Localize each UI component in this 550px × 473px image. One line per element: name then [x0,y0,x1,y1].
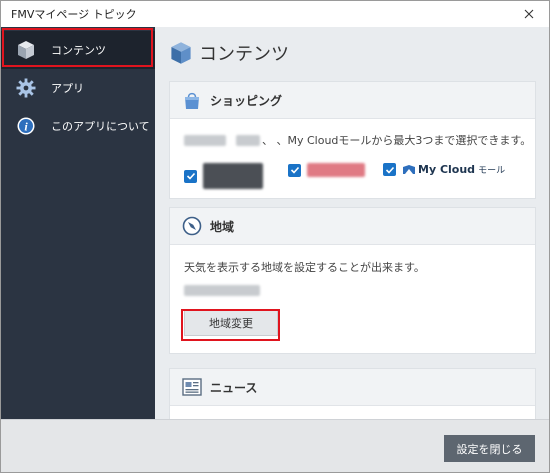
newspaper-icon [182,378,202,396]
region-description: 天気を表示する地域を設定することが出来ます。 [184,261,425,274]
shopping-card: ショッピング 、 、My Cloudモールから最大3つまで選択できます。 My … [169,81,536,199]
mycloud-label: My Cloud [418,163,476,176]
close-icon [524,9,534,19]
redacted-region [184,285,260,296]
close-settings-button[interactable]: 設定を閉じる [444,435,535,462]
checkbox[interactable] [383,163,396,176]
sidebar-item-contents[interactable]: コンテンツ [1,31,155,69]
sidebar-item-about[interactable]: i このアプリについて [1,107,155,145]
window-close-button[interactable] [519,4,539,24]
sidebar-item-apps[interactable]: アプリ [1,69,155,107]
checkbox[interactable] [184,169,197,183]
cube-icon [15,39,37,61]
checkbox[interactable] [288,163,301,177]
shopping-card-header: ショッピング [170,82,535,119]
shopping-option-1[interactable] [184,163,263,189]
sidebar-item-label: コンテンツ [51,44,106,57]
region-card: 地域 天気を表示する地域を設定することが出来ます。 地域変更 [169,207,536,354]
redacted-text [236,134,260,146]
shopping-bag-icon [185,92,199,109]
footer-bar: 設定を閉じる [1,419,549,472]
shopping-title: ショッピング [210,93,283,108]
shopping-option-mycloud[interactable]: My Cloud モール [383,163,505,176]
page-title: コンテンツ [199,44,289,65]
cube-icon [171,42,191,64]
shopping-description: 、 、My Cloudモールから最大3つまで選択できます。 [262,134,532,147]
region-title: 地域 [210,219,235,234]
sidebar: コンテンツ アプリ i このアプリについて [1,27,155,419]
region-card-header: 地域 [170,208,535,245]
page-header: コンテンツ [169,39,289,67]
news-title: ニュース [210,380,258,395]
title-bar: FMVマイページ トピック [1,1,549,27]
gear-icon [15,77,37,99]
content-panel: コンテンツ ショッピング 、 、My Cloudモールから最大3つまで選択できま… [155,27,549,419]
redacted-logo [307,163,365,177]
sidebar-item-label: アプリ [51,82,84,95]
compass-icon [182,216,202,236]
news-card-header: ニュース [170,369,535,406]
mycloud-sublabel: モール [478,166,506,176]
shopping-option-2[interactable] [288,163,365,177]
redacted-logo [203,163,263,189]
window-title: FMVマイページ トピック [11,8,137,21]
info-icon: i [15,115,37,137]
change-region-button[interactable]: 地域変更 [184,309,278,336]
mycloud-logo-icon [403,164,415,174]
sidebar-item-label: このアプリについて [51,120,150,133]
news-card: ニュース [169,368,536,419]
redacted-text [184,134,226,146]
app-window: FMVマイページ トピック コンテンツ アプリ i このアプリについて コンテン… [0,0,550,473]
